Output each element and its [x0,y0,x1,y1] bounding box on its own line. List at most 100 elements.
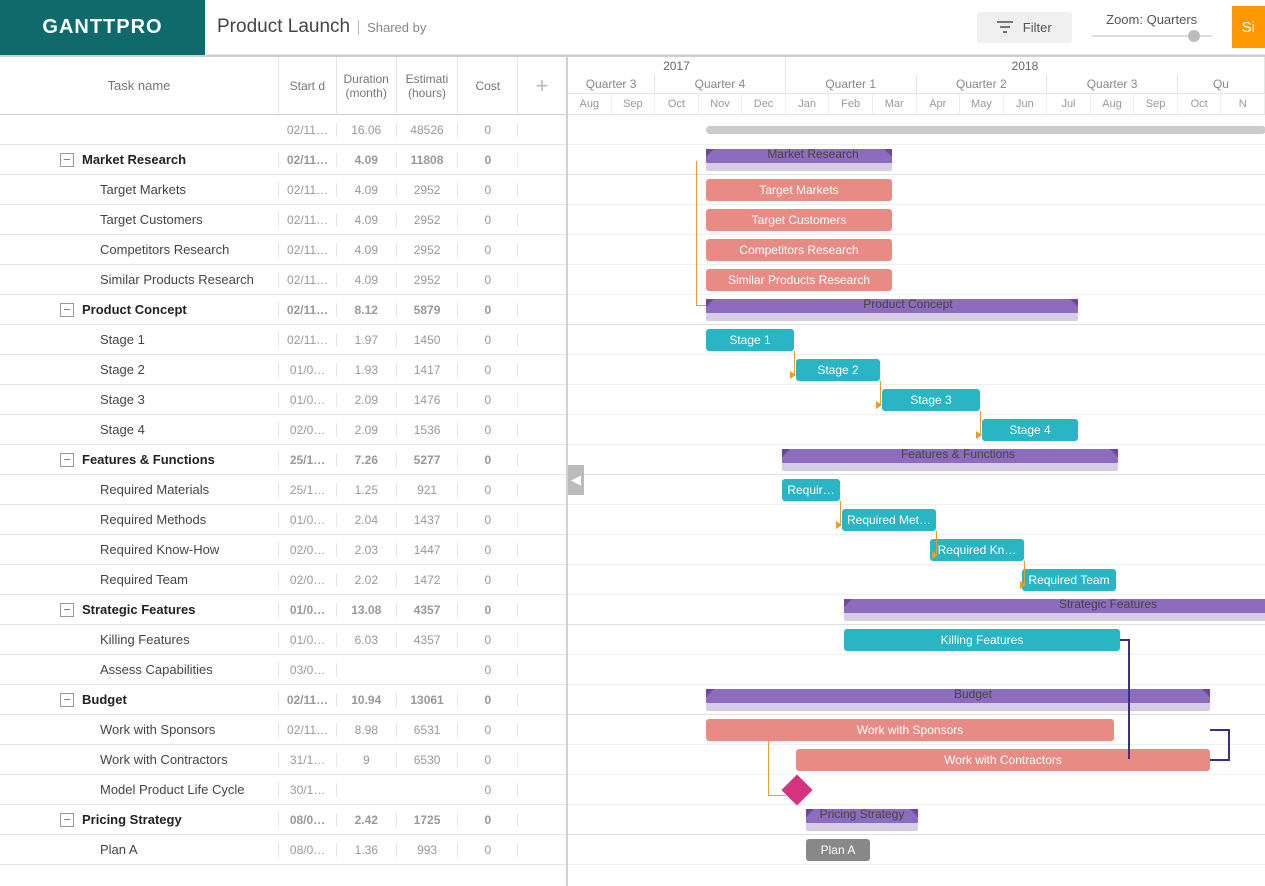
collapse-icon[interactable]: − [60,453,74,467]
bar-target-markets[interactable]: Target Markets [706,179,892,201]
task-name: Required Know-How [100,542,219,557]
collapse-icon[interactable]: − [60,153,74,167]
table-row[interactable]: Target Customers02/11…4.0929520 [0,205,566,235]
table-row[interactable]: Required Team02/0…2.0214720 [0,565,566,595]
table-row[interactable]: −Strategic Features01/0…13.0843570 [0,595,566,625]
cell-dur: 8.98 [337,723,397,737]
bar-req-materials[interactable]: Requir… [782,479,840,501]
cell-est: 1536 [397,423,459,437]
summary-label: Strategic Features [1008,597,1208,611]
filter-button[interactable]: Filter [977,12,1072,43]
table-row[interactable]: −Budget02/11…10.94130610 [0,685,566,715]
bar-similar-products[interactable]: Similar Products Research [706,269,892,291]
bar-stage4[interactable]: Stage 4 [982,419,1078,441]
cell-start: 01/0… [279,363,337,377]
table-row[interactable]: Plan A08/0…1.369930 [0,835,566,865]
bar-req-methods[interactable]: Required Met… [842,509,936,531]
logo[interactable]: GANTTPRO [0,0,205,55]
cell-start: 02/11… [279,213,337,227]
project-bar[interactable] [706,126,1265,134]
bar-target-customers[interactable]: Target Customers [706,209,892,231]
bar-competitors[interactable]: Competitors Research [706,239,892,261]
zoom-control: Zoom: Quarters [1092,12,1212,43]
signup-button[interactable]: Si [1232,6,1265,48]
cell-start: 02/11… [279,723,337,737]
cell-est: 921 [397,483,459,497]
table-row[interactable]: Work with Contractors31/1…965300 [0,745,566,775]
table-row[interactable]: −Features & Functions25/1…7.2652770 [0,445,566,475]
collapse-grid-button[interactable]: ◀ [568,465,584,495]
table-row[interactable]: Killing Features01/0…6.0343570 [0,625,566,655]
collapse-icon[interactable]: − [60,603,74,617]
table-row[interactable]: Model Product Life Cycle30/1…0 [0,775,566,805]
cell-dur: 7.26 [337,453,397,467]
cell-cost: 0 [458,483,518,497]
bar-stage1[interactable]: Stage 1 [706,329,794,351]
zoom-label: Zoom: Quarters [1106,12,1197,27]
cell-dur: 2.09 [337,423,397,437]
cell-cost: 0 [458,723,518,737]
cell-est: 2952 [397,183,459,197]
task-name: Similar Products Research [100,272,254,287]
task-name: Target Customers [100,212,203,227]
task-name: Competitors Research [100,242,229,257]
cell-est: 2952 [397,243,459,257]
table-row[interactable]: Required Materials25/1…1.259210 [0,475,566,505]
bar-sponsors[interactable]: Work with Sponsors [706,719,1114,741]
table-row[interactable]: Stage 201/0…1.9314170 [0,355,566,385]
cell-dur: 1.36 [337,843,397,857]
table-row[interactable]: Assess Capabilities03/0…0 [0,655,566,685]
table-row[interactable]: Target Markets02/11…4.0929520 [0,175,566,205]
task-name: Work with Sponsors [100,722,215,737]
bar-stage3[interactable]: Stage 3 [882,389,980,411]
collapse-icon[interactable]: − [60,303,74,317]
cell-cost: 0 [458,273,518,287]
bar-stage2[interactable]: Stage 2 [796,359,880,381]
table-row[interactable]: −Product Concept02/11…8.1258790 [0,295,566,325]
quarter-label: Quarter 1 [786,74,917,93]
add-column-button[interactable]: + [518,57,566,114]
table-row[interactable]: Required Know-How02/0…2.0314470 [0,535,566,565]
table-row[interactable]: Stage 102/11…1.9714500 [0,325,566,355]
task-name: Model Product Life Cycle [100,782,245,797]
bar-req-knowhow[interactable]: Required Kn… [930,539,1024,561]
quarter-label: Quarter 4 [655,74,786,93]
table-row[interactable]: Stage 402/0…2.0915360 [0,415,566,445]
cell-est: 6531 [397,723,459,737]
summary-label: Features & Functions [858,447,1058,461]
month-label: Dec [742,94,786,114]
milestone-lifecycle[interactable] [781,774,812,805]
cell-est: 1437 [397,513,459,527]
cell-cost: 0 [458,513,518,527]
table-row[interactable]: −Market Research02/11…4.09118080 [0,145,566,175]
cell-est: 1417 [397,363,459,377]
cell-dur: 2.02 [337,573,397,587]
collapse-icon[interactable]: − [60,693,74,707]
table-row[interactable]: Required Methods01/0…2.0414370 [0,505,566,535]
bar-req-team[interactable]: Required Team [1022,569,1116,591]
cell-est: 13061 [397,693,459,707]
table-row[interactable]: Stage 301/0…2.0914760 [0,385,566,415]
table-row[interactable]: −Pricing Strategy08/0…2.4217250 [0,805,566,835]
col-cost: Cost [458,57,518,114]
zoom-thumb[interactable] [1188,30,1200,42]
month-label: Jun [1004,94,1048,114]
collapse-icon[interactable]: − [60,813,74,827]
task-name: Product Concept [82,302,187,317]
bar-killing-features[interactable]: Killing Features [844,629,1120,651]
table-row[interactable]: Work with Sponsors 02/11…8.9865310 [0,715,566,745]
task-name: Target Markets [100,182,186,197]
bar-plan-a[interactable]: Plan A [806,839,870,861]
table-row[interactable]: Competitors Research02/11…4.0929520 [0,235,566,265]
table-row[interactable]: Similar Products Research02/11…4.0929520 [0,265,566,295]
zoom-slider[interactable] [1092,29,1212,43]
cell-est: 1447 [397,543,459,557]
cell-dur: 4.09 [337,243,397,257]
summary-label: Budget [898,687,1048,701]
quarter-label: Quarter 3 [1047,74,1178,93]
bar-contractors[interactable]: Work with Contractors [796,749,1210,771]
table-row[interactable]: 02/11…16.06485260 [0,115,566,145]
month-label: Feb [829,94,873,114]
cell-cost: 0 [458,303,518,317]
quarter-label: Qu [1178,74,1265,93]
